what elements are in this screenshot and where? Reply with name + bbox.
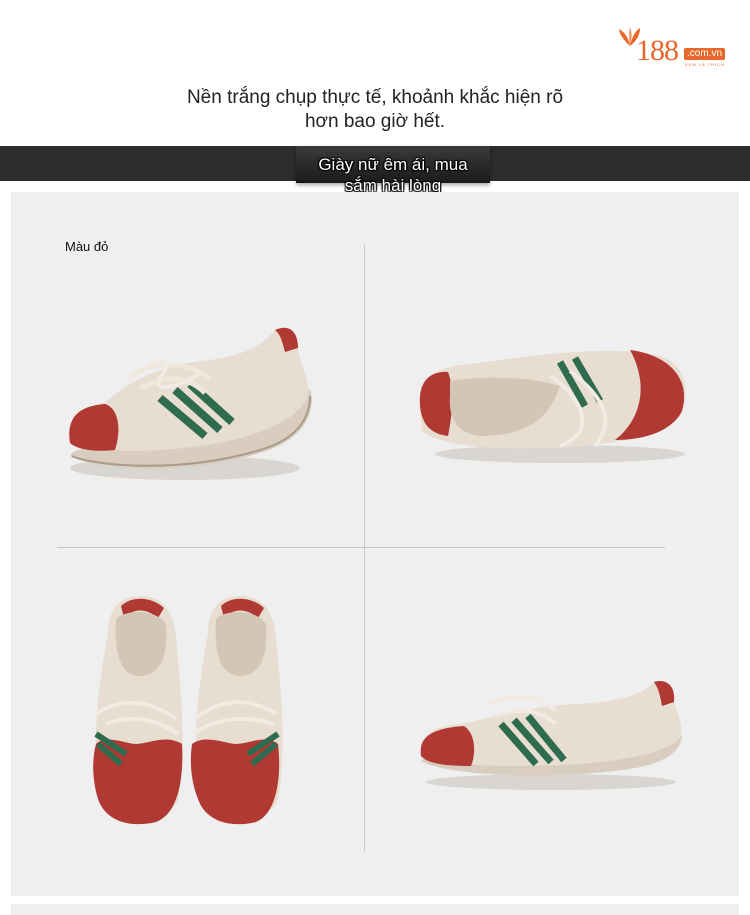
intro-text: Nền trắng chụp thực tế, khoảnh khắc hiện… xyxy=(0,86,750,134)
banner-line-1: Giày nữ êm ái, mua xyxy=(318,155,468,174)
logo-domain: .com.vn xyxy=(684,48,726,60)
logo-number: 188 xyxy=(636,34,679,67)
shoe-side-view-right-photo xyxy=(420,680,682,790)
next-panel-edge xyxy=(11,904,739,915)
shoe-top-angle-photo xyxy=(419,350,686,463)
intro-line-2: hơn bao giờ hết. xyxy=(304,111,446,132)
shoe-pair-front-photo xyxy=(93,596,283,825)
site-logo[interactable]: 188 .com.vn XEM LÀ THÍCH xyxy=(618,22,732,72)
color-label: Màu đỏ xyxy=(65,239,109,254)
grid-divider-horizontal xyxy=(57,547,665,548)
intro-line-1: Nền trắng chụp thực tế, khoảnh khắc hiện… xyxy=(186,87,564,108)
shoe-side-view-photo xyxy=(69,327,312,480)
banner-title: Giày nữ êm ái, mua sắm hài lòng xyxy=(296,154,490,196)
logo-tagline: XEM LÀ THÍCH xyxy=(685,62,725,67)
